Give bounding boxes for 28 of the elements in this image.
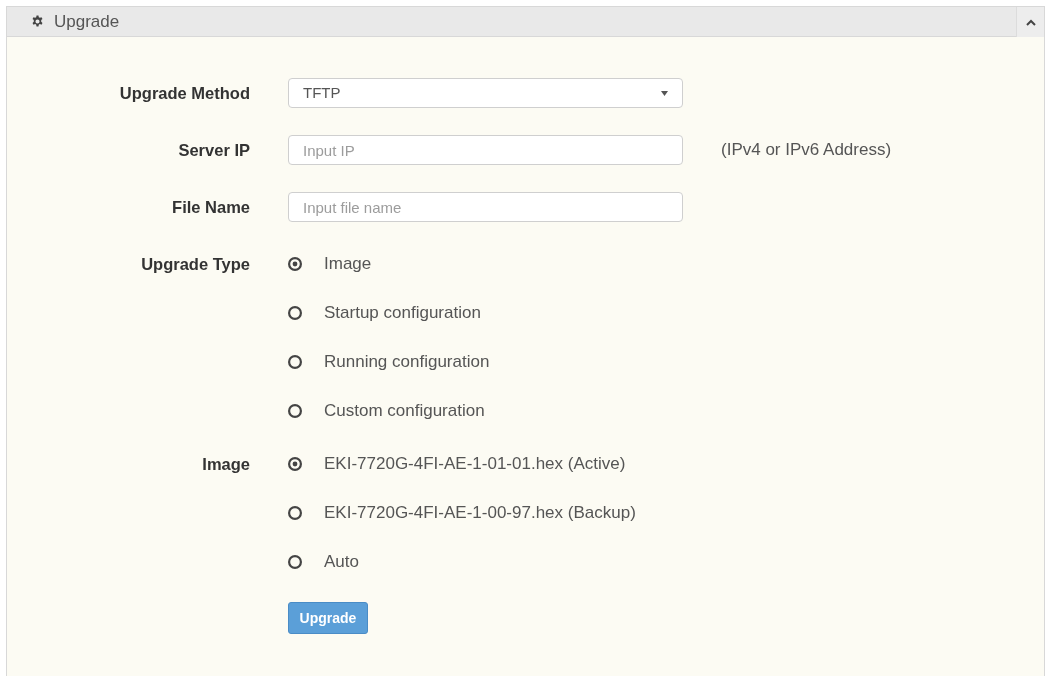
gear-icon [31,15,44,28]
radio-selected-icon[interactable] [288,257,302,271]
text-field[interactable]: Input file name [288,192,683,222]
option-label: EKI-7720G-4FI-AE-1-00-97.hex (Backup) [324,502,636,525]
radio-selected-icon[interactable] [288,457,302,471]
collapse-button[interactable] [1016,7,1044,37]
option-label: EKI-7720G-4FI-AE-1-01-01.hex (Active) [324,453,626,476]
option-label: Custom configuration [324,400,485,423]
field-label: Upgrade Method [118,83,250,104]
text-field[interactable]: Input IP [288,135,683,165]
option-label: Running configuration [324,351,490,374]
hint-text: (IPv4 or IPv6 Address) [721,139,892,161]
field-label: File Name [171,197,250,218]
option-label: Auto [324,551,359,574]
panel-title: Upgrade [54,10,120,33]
select-field[interactable]: TFTP [288,78,683,108]
field-label: Upgrade Type [140,254,250,275]
option-label: Startup configuration [324,302,481,325]
radio-icon[interactable] [288,404,302,418]
radio-icon[interactable] [288,306,302,320]
radio-icon[interactable] [288,555,302,569]
caret-down-icon [661,90,668,96]
field-label: Image [201,454,250,475]
radio-icon[interactable] [288,355,302,369]
option-label: Image [324,253,372,276]
chevron-up-icon [1025,18,1036,26]
radio-icon[interactable] [288,506,302,520]
field-label: Server IP [177,140,250,161]
